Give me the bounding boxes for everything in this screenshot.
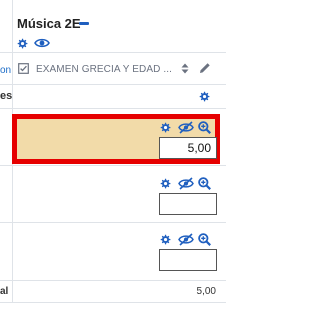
minus-icon[interactable] — [79, 22, 89, 25]
gear-icon[interactable] — [159, 121, 172, 134]
eye-slash-icon[interactable] — [178, 233, 194, 246]
pencil-icon[interactable] — [199, 62, 211, 74]
zoom-in-icon[interactable] — [198, 177, 211, 190]
grade-item-title[interactable]: EXAMEN GRECIA Y EDAD ... — [36, 64, 172, 75]
sort-icon[interactable] — [181, 63, 189, 74]
course-title[interactable]: Música 2E — [17, 16, 81, 31]
eye-icon[interactable] — [34, 37, 50, 49]
gear-icon[interactable] — [16, 37, 29, 50]
overall-total: 5,00 — [196, 286, 216, 297]
left-column-total-label: al — [0, 286, 9, 297]
left-column-label: es — [0, 90, 13, 102]
zoom-in-icon[interactable] — [198, 233, 211, 246]
category-gear-icon[interactable] — [198, 90, 211, 103]
grade-input[interactable] — [159, 193, 217, 215]
zoom-in-icon[interactable] — [198, 121, 211, 134]
gear-icon[interactable] — [159, 233, 172, 246]
gear-icon[interactable] — [159, 177, 172, 190]
left-column-link[interactable]: on — [0, 65, 11, 76]
assignment-icon — [18, 63, 29, 74]
eye-slash-icon[interactable] — [178, 121, 194, 134]
eye-slash-icon[interactable] — [178, 177, 194, 190]
grade-input[interactable] — [159, 137, 217, 159]
grade-input[interactable] — [159, 249, 217, 271]
